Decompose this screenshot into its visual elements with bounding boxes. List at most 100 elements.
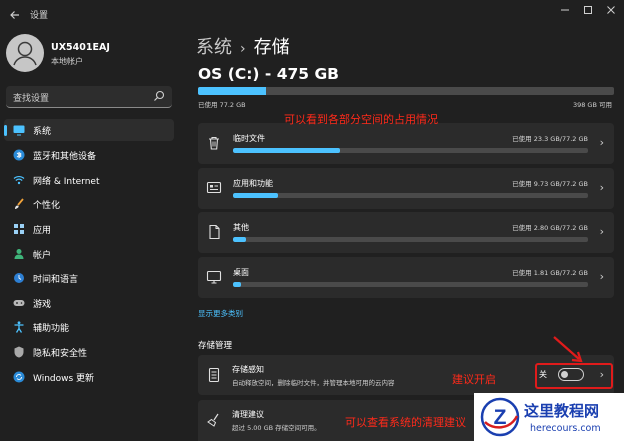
drive-usage-bar (198, 87, 614, 95)
category-usage-bar (233, 148, 588, 153)
app-title: 设置 (30, 11, 49, 21)
category-name: 临时文件 (233, 134, 265, 143)
drive-title: OS (C:) - 475 GB (198, 65, 339, 83)
apps-features-icon (206, 181, 222, 194)
minimize-icon (561, 9, 569, 11)
annotation-cleanup: 可以查看系统的清理建议 (345, 416, 466, 429)
chevron-right-icon: › (599, 270, 604, 283)
back-button[interactable] (6, 6, 24, 24)
sidebar-item-label: 时间和语言 (33, 275, 79, 285)
annotation-enable: 建议开启 (452, 373, 496, 386)
category-usage-fill (233, 193, 278, 198)
maximize-button[interactable] (577, 4, 599, 22)
watermark-text: 这里教程网 (524, 402, 600, 420)
windows-update-icon (13, 371, 25, 383)
sidebar-item-accounts[interactable]: 帐户 (4, 243, 174, 265)
category-used: 已使用 23.3 GB/77.2 GB (512, 135, 588, 143)
title-bar: 设置 (0, 0, 624, 28)
trash-icon (209, 136, 219, 150)
sidebar-item-apps[interactable]: 应用 (4, 218, 174, 240)
highlight-box (535, 363, 613, 389)
avatar[interactable] (6, 34, 44, 72)
search-input[interactable]: 查找设置 (6, 86, 172, 108)
shield-icon (14, 346, 24, 358)
person-avatar-icon (13, 41, 37, 66)
minimize-button[interactable] (554, 4, 576, 22)
category-temp-files[interactable]: 临时文件 已使用 23.3 GB/77.2 GB › (198, 123, 614, 164)
monitor-icon (13, 125, 25, 136)
sidebar-item-label: 系统 (33, 127, 52, 137)
show-more-categories-link[interactable]: 显示更多类别 (198, 308, 243, 319)
page-title: 存储 (253, 37, 290, 58)
arrow-left-icon (10, 11, 19, 19)
free-space-label: 398 GB 可用 (572, 101, 612, 109)
category-usage-bar (233, 193, 588, 198)
setting-description: 自动释放空间，删除临时文件，并管理本地可用的云内容 (232, 379, 395, 387)
category-used: 已使用 9.73 GB/77.2 GB (512, 180, 588, 188)
chevron-right-icon: › (599, 225, 604, 238)
close-icon (607, 6, 615, 14)
sidebar-item-privacy[interactable]: 隐私和安全性 (4, 341, 174, 363)
category-desktop[interactable]: 桌面 已使用 1.81 GB/77.2 GB › (198, 257, 614, 298)
sidebar-item-windows-update[interactable]: Windows 更新 (4, 366, 174, 388)
setting-name: 清理建议 (232, 410, 264, 419)
sidebar-item-network[interactable]: 网络 & Internet (4, 169, 174, 191)
sidebar-item-label: 网络 & Internet (33, 177, 100, 187)
sidebar-item-system[interactable]: 系统 (4, 119, 174, 141)
sidebar-item-accessibility[interactable]: 辅助功能 (4, 316, 174, 338)
sidebar-item-label: 辅助功能 (33, 324, 70, 334)
breadcrumb-separator: › (240, 41, 246, 57)
apps-icon (14, 224, 24, 234)
category-other[interactable]: 其他 已使用 2.80 GB/77.2 GB › (198, 212, 614, 253)
category-name: 桌面 (233, 268, 249, 277)
storage-drive-icon (208, 367, 220, 383)
category-usage-bar (233, 282, 588, 287)
active-indicator (4, 125, 7, 136)
category-apps-features[interactable]: 应用和功能 已使用 9.73 GB/77.2 GB › (198, 168, 614, 209)
category-usage-fill (233, 282, 242, 287)
category-usage-bar (233, 237, 588, 242)
sidebar-item-time-language[interactable]: 时间和语言 (4, 267, 174, 289)
search-icon (154, 90, 165, 101)
breadcrumb: 系统 › 存储 (196, 33, 290, 59)
globe-clock-icon (14, 273, 24, 283)
brush-icon (15, 198, 24, 209)
sidebar-item-label: Windows 更新 (33, 374, 95, 384)
wifi-icon (13, 175, 25, 185)
sidebar-item-label: 隐私和安全性 (33, 349, 88, 359)
annotation-top: 可以看到各部分空间的占用情况 (284, 113, 438, 126)
broom-icon (207, 413, 219, 427)
sidebar-item-label: 帐户 (33, 251, 52, 261)
gamepad-icon (13, 300, 25, 306)
sidebar-item-label: 蓝牙和其他设备 (33, 152, 97, 162)
used-space-label: 已使用 77.2 GB (198, 101, 246, 109)
desktop-icon (206, 270, 222, 284)
watermark-url: herecours.com (530, 423, 601, 434)
user-name: UX5401EAJ (51, 42, 110, 53)
setting-name: 存储感知 (232, 365, 264, 374)
breadcrumb-parent[interactable]: 系统 (196, 37, 232, 58)
sidebar-item-personalization[interactable]: 个性化 (4, 193, 174, 215)
category-name: 其他 (233, 223, 249, 232)
sidebar-item-label: 个性化 (33, 201, 61, 211)
close-button[interactable] (600, 4, 622, 22)
setting-description: 超过 5.00 GB 存储空间可用。 (232, 424, 321, 432)
category-name: 应用和功能 (233, 179, 273, 188)
chevron-right-icon: › (599, 136, 604, 149)
document-icon (209, 224, 220, 240)
sidebar-item-bluetooth[interactable]: 蓝牙和其他设备 (4, 144, 174, 166)
category-used: 已使用 1.81 GB/77.2 GB (512, 269, 588, 277)
category-usage-fill (233, 237, 246, 242)
watermark-logo-letter: Z (494, 406, 507, 429)
sidebar-item-gaming[interactable]: 游戏 (4, 292, 174, 314)
accessibility-icon (14, 321, 24, 333)
drive-usage-fill (198, 87, 266, 95)
bluetooth-icon (13, 149, 25, 161)
category-usage-fill (233, 148, 341, 153)
watermark: Z 这里教程网 herecours.com (474, 393, 624, 441)
sidebar-item-label: 应用 (33, 226, 52, 236)
account-type: 本地帐户 (51, 57, 83, 66)
section-title: 存储管理 (198, 341, 233, 351)
sidebar-item-label: 游戏 (33, 300, 52, 310)
chevron-right-icon: › (599, 181, 604, 194)
